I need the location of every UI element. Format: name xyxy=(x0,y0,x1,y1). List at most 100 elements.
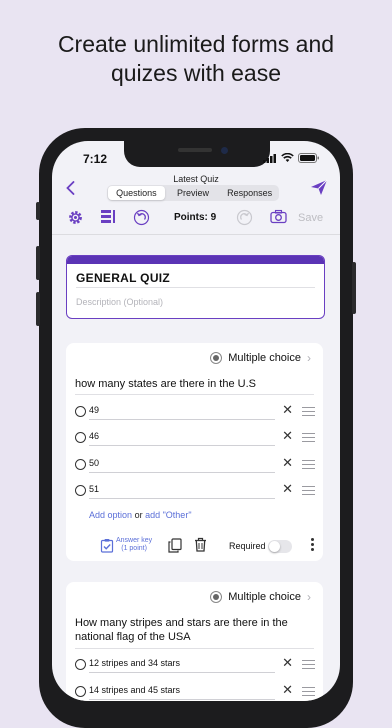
option-label[interactable]: 46 xyxy=(89,431,99,441)
option-radio-icon xyxy=(75,659,86,670)
form-header-accent-bar xyxy=(67,256,324,264)
option-radio-icon xyxy=(75,459,86,470)
add-option-link[interactable]: Add option xyxy=(89,510,132,520)
drag-handle-icon[interactable] xyxy=(302,660,315,672)
answer-key-label[interactable]: Answer key (1 point) xyxy=(116,537,152,553)
form-header-card: GENERAL QUIZ Description (Optional) xyxy=(66,255,325,319)
signal-icon xyxy=(263,153,276,163)
camera-icon xyxy=(270,209,287,224)
question-text[interactable]: how many states are there in the U.S xyxy=(75,377,256,391)
chevron-right-icon: › xyxy=(307,590,311,604)
question-type-selector[interactable]: Multiple choice › xyxy=(210,590,311,604)
chevron-left-icon xyxy=(66,181,75,195)
question-underline xyxy=(75,394,314,395)
radio-icon xyxy=(210,591,223,603)
option-row: 51 ✕ xyxy=(75,481,315,501)
form-title[interactable]: GENERAL QUIZ xyxy=(76,271,170,285)
headline-line-1: Create unlimited forms and xyxy=(57,31,335,57)
sections-button[interactable] xyxy=(100,209,117,228)
status-time: 7:12 xyxy=(83,152,108,166)
required-toggle[interactable] xyxy=(268,540,292,553)
phone-mute-switch xyxy=(36,202,40,220)
option-label[interactable]: 50 xyxy=(89,458,99,468)
option-label[interactable]: 51 xyxy=(89,484,99,494)
duplicate-button[interactable] xyxy=(168,538,182,558)
answer-key-button[interactable] xyxy=(100,538,114,558)
close-icon[interactable]: ✕ xyxy=(282,456,293,470)
drag-handle-icon[interactable] xyxy=(302,486,315,498)
question-type-selector[interactable]: Multiple choice › xyxy=(210,351,311,365)
front-camera xyxy=(221,147,228,154)
battery-icon xyxy=(298,153,319,163)
phone-volume-down xyxy=(36,292,40,326)
gear-icon xyxy=(69,211,82,224)
headline-line-2: quizes with ease xyxy=(110,60,282,86)
option-row: 12 stripes and 34 stars ✕ xyxy=(75,655,315,675)
list-icon xyxy=(101,210,115,223)
option-radio-icon xyxy=(75,406,86,417)
question-type-label: Multiple choice xyxy=(228,352,301,364)
tab-preview[interactable]: Preview xyxy=(165,186,222,200)
delete-button[interactable] xyxy=(194,537,207,557)
answer-key-points: (1 point) xyxy=(121,545,147,552)
close-icon[interactable]: ✕ xyxy=(282,656,293,670)
option-row: 49 ✕ xyxy=(75,402,315,422)
copy-icon xyxy=(168,538,182,553)
option-row: 14 stripes and 45 stars ✕ xyxy=(75,682,315,701)
option-row: 46 ✕ xyxy=(75,428,315,448)
option-radio-icon xyxy=(75,686,86,697)
option-label[interactable]: 14 stripes and 45 stars xyxy=(89,685,180,695)
drag-handle-icon[interactable] xyxy=(302,460,315,472)
add-option-row: Add option or add "Other" xyxy=(89,510,192,520)
save-button[interactable]: Save xyxy=(298,212,323,224)
points-counter: Points: 9 xyxy=(174,212,217,223)
answer-key-text: Answer key xyxy=(116,537,153,544)
more-options-icon[interactable] xyxy=(311,538,314,553)
question-underline xyxy=(75,648,314,649)
back-button[interactable] xyxy=(66,180,75,198)
required-label: Required xyxy=(229,541,266,551)
undo-button[interactable] xyxy=(133,209,150,229)
send-button[interactable] xyxy=(310,179,328,201)
redo-icon xyxy=(236,209,253,226)
close-icon[interactable]: ✕ xyxy=(282,429,293,443)
nav-title: Latest Quiz xyxy=(173,174,219,184)
redo-button[interactable] xyxy=(236,209,253,229)
option-label[interactable]: 49 xyxy=(89,405,99,415)
option-radio-icon xyxy=(75,432,86,443)
settings-button[interactable] xyxy=(67,209,84,229)
option-underline xyxy=(89,419,275,420)
close-icon[interactable]: ✕ xyxy=(282,683,293,697)
phone-volume-up xyxy=(36,246,40,280)
question-type-label: Multiple choice xyxy=(228,591,301,603)
nav-bar: Latest Quiz Questions Preview Responses xyxy=(52,171,340,203)
drag-handle-icon[interactable] xyxy=(302,433,315,445)
question-card-1: Multiple choice › how many states are th… xyxy=(66,343,323,561)
option-underline xyxy=(89,672,275,673)
status-icons xyxy=(263,153,320,163)
question-footer: Answer key (1 point) Required xyxy=(66,534,323,558)
or-label: or xyxy=(134,510,143,520)
option-radio-icon xyxy=(75,485,86,496)
editor-toolbar: Points: 9 Save xyxy=(52,207,340,229)
option-label[interactable]: 12 stripes and 34 stars xyxy=(89,658,180,668)
image-button[interactable] xyxy=(270,209,287,227)
tab-responses[interactable]: Responses xyxy=(221,186,278,200)
add-other-link[interactable]: add "Other" xyxy=(145,510,191,520)
drag-handle-icon[interactable] xyxy=(302,407,315,419)
question-text-line-2: national flag of the USA xyxy=(75,631,191,643)
option-underline xyxy=(89,498,275,499)
option-underline xyxy=(89,472,275,473)
undo-icon xyxy=(133,209,150,226)
option-underline xyxy=(89,445,275,446)
marketing-headline: Create unlimited forms and quizes with e… xyxy=(0,30,392,88)
question-text[interactable]: How many stripes and stars are there in … xyxy=(75,616,288,644)
tab-questions[interactable]: Questions xyxy=(108,186,165,200)
option-row: 50 ✕ xyxy=(75,455,315,475)
close-icon[interactable]: ✕ xyxy=(282,403,293,417)
form-description-input[interactable]: Description (Optional) xyxy=(76,297,163,307)
wifi-icon xyxy=(281,153,294,162)
drag-handle-icon[interactable] xyxy=(302,687,315,699)
toolbar-divider xyxy=(52,234,340,235)
close-icon[interactable]: ✕ xyxy=(282,482,293,496)
